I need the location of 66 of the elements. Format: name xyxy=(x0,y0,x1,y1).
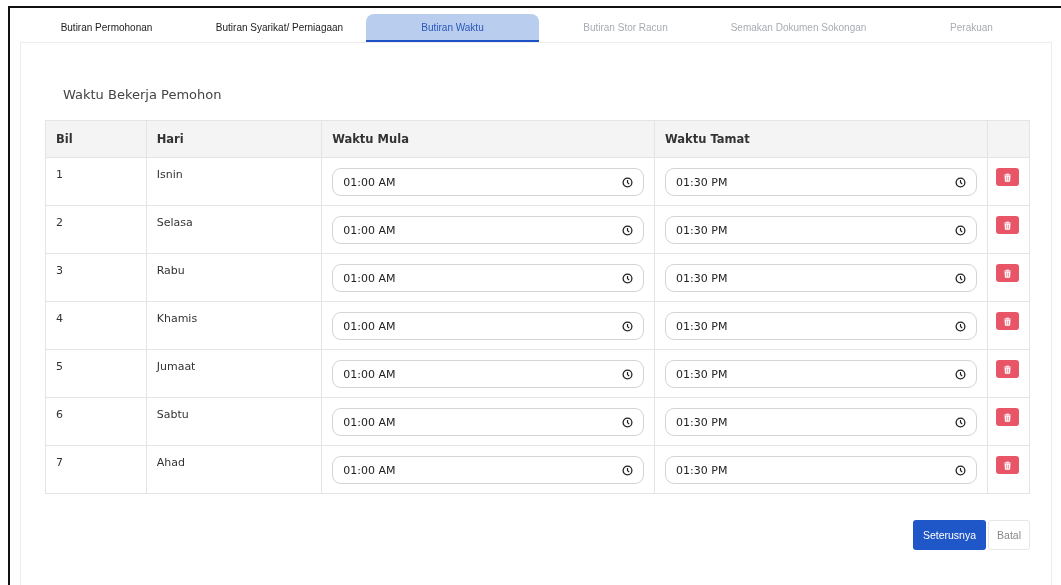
delete-button[interactable] xyxy=(995,360,1019,378)
clock-icon xyxy=(954,464,966,476)
table-cell: 3 xyxy=(45,253,147,302)
time-field[interactable]: 01:00 AM xyxy=(332,312,645,340)
table-cell: Jumaat xyxy=(146,349,322,398)
delete-button[interactable] xyxy=(995,312,1019,330)
clock-icon xyxy=(954,320,966,332)
trash-icon xyxy=(1002,172,1012,182)
table-cell: 1 xyxy=(45,157,147,206)
table-cell: 6 xyxy=(45,397,147,446)
clock-icon xyxy=(622,224,634,236)
time-field[interactable]: 01:30 PM xyxy=(665,456,977,484)
time-field[interactable]: 01:00 AM xyxy=(332,216,645,244)
trash-icon xyxy=(1002,460,1012,470)
delete-button[interactable] xyxy=(995,216,1019,234)
clock-icon xyxy=(622,176,634,188)
clock-icon xyxy=(954,368,966,380)
delete-button[interactable] xyxy=(995,264,1019,282)
tab[interactable]: Butiran Syarikat/ Perniagaan xyxy=(193,14,366,42)
time-field[interactable]: 01:00 AM xyxy=(332,360,645,388)
cancel-button[interactable]: Batal xyxy=(988,520,1030,550)
column-header: Hari xyxy=(146,120,322,158)
time-field[interactable]: 01:30 PM xyxy=(665,264,977,292)
clock-icon xyxy=(954,272,966,284)
table-cell: 4 xyxy=(45,301,147,350)
table-cell: Sabtu xyxy=(146,397,322,446)
table-cell: 7 xyxy=(45,445,147,494)
clock-icon xyxy=(622,416,634,428)
column-header: Waktu Mula xyxy=(321,120,655,158)
time-field[interactable]: 01:00 AM xyxy=(332,408,645,436)
time-field[interactable]: 01:00 AM xyxy=(332,264,645,292)
time-field[interactable]: 01:00 AM xyxy=(332,456,645,484)
trash-icon xyxy=(1002,316,1012,326)
trash-icon xyxy=(1002,364,1012,374)
time-field[interactable]: 01:30 PM xyxy=(665,360,977,388)
trash-icon xyxy=(1002,220,1012,230)
clock-icon xyxy=(954,176,966,188)
tab[interactable]: Butiran Waktu xyxy=(366,14,539,42)
clock-icon xyxy=(954,224,966,236)
clock-icon xyxy=(622,464,634,476)
table-cell: Ahad xyxy=(146,445,322,494)
time-field[interactable]: 01:00 AM xyxy=(332,168,645,196)
table-cell: 2 xyxy=(45,205,147,254)
clock-icon xyxy=(954,416,966,428)
clock-icon xyxy=(622,368,634,380)
clock-icon xyxy=(622,272,634,284)
trash-icon xyxy=(1002,268,1012,278)
delete-button[interactable] xyxy=(995,408,1019,426)
table-cell: Rabu xyxy=(146,253,322,302)
delete-button[interactable] xyxy=(995,456,1019,474)
tab[interactable]: Butiran Permohonan xyxy=(20,14,193,42)
table-cell: 5 xyxy=(45,349,147,398)
table-cell: Isnin xyxy=(146,157,322,206)
trash-icon xyxy=(1002,412,1012,422)
time-field[interactable]: 01:30 PM xyxy=(665,408,977,436)
table-cell: Khamis xyxy=(146,301,322,350)
clock-icon xyxy=(622,320,634,332)
next-button[interactable]: Seterusnya xyxy=(912,520,987,550)
delete-button[interactable] xyxy=(995,168,1019,186)
section-title: Waktu Bekerja Pemohon xyxy=(62,87,223,102)
time-field[interactable]: 01:30 PM xyxy=(665,312,977,340)
column-header: Bil xyxy=(45,120,147,158)
column-header: Waktu Tamat xyxy=(654,120,988,158)
time-field[interactable]: 01:30 PM xyxy=(665,168,977,196)
table-cell: Selasa xyxy=(146,205,322,254)
time-field[interactable]: 01:30 PM xyxy=(665,216,977,244)
